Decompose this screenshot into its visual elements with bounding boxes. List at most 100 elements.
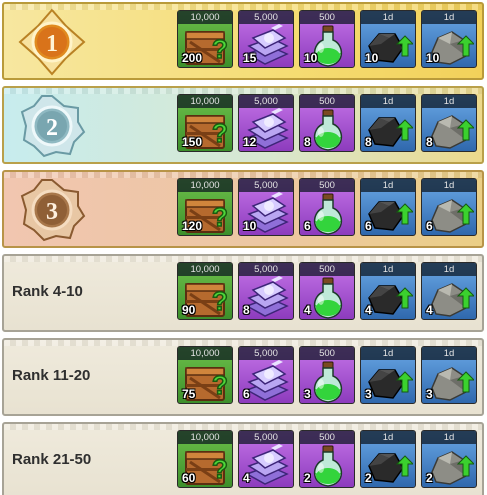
reward-row-rank-2: 2 10,000 150 5,000 12 500 8 1d 8 1d 8 [2, 86, 484, 164]
reward-slot-crate[interactable]: 10,000 120 [177, 178, 233, 236]
item-tag: 1d [361, 431, 415, 444]
reward-row-rank-4-10: Rank 4-10 10,000 90 5,000 8 500 4 1d 4 1… [2, 254, 484, 332]
item-count: 8 [304, 135, 311, 149]
item-count: 120 [182, 219, 203, 233]
reward-row-rank-21-50: Rank 21-50 10,000 60 5,000 4 500 2 1d 2 … [2, 422, 484, 495]
item-tag: 1d [422, 95, 476, 108]
iron-ore-upgrade-icon [426, 444, 474, 488]
item-count: 4 [304, 303, 311, 317]
item-count: 2 [426, 471, 433, 485]
rank-label: Rank 11-20 [12, 367, 91, 384]
item-count: 10 [243, 219, 257, 233]
item-count: 200 [182, 51, 203, 65]
green-potion-icon [304, 276, 352, 320]
reward-slot-crate[interactable]: 10,000 150 [177, 94, 233, 152]
item-count: 2 [365, 471, 372, 485]
reward-slot-crate[interactable]: 10,000 90 [177, 262, 233, 320]
iron-ore-upgrade-icon [426, 192, 474, 236]
gold-medal-icon: 1 [18, 8, 86, 76]
rank-number: 3 [46, 199, 58, 225]
reward-items: 10,000 150 5,000 12 500 8 1d 8 1d 8 [177, 94, 477, 158]
item-tag: 1d [361, 11, 415, 24]
item-tag: 10,000 [178, 11, 232, 24]
reward-slot-potion[interactable]: 500 6 [299, 178, 355, 236]
reward-slot-books[interactable]: 5,000 4 [238, 430, 294, 488]
iron-ore-upgrade-icon [426, 108, 474, 152]
reward-slot-potion[interactable]: 500 2 [299, 430, 355, 488]
reward-slot-crate[interactable]: 10,000 75 [177, 346, 233, 404]
item-tag: 5,000 [239, 11, 293, 24]
item-count: 4 [243, 471, 250, 485]
item-tag: 1d [422, 179, 476, 192]
coal-upgrade-icon [365, 444, 413, 488]
item-tag: 10,000 [178, 179, 232, 192]
item-tag: 10,000 [178, 347, 232, 360]
reward-slot-coal[interactable]: 1d 10 [360, 10, 416, 68]
green-potion-icon [304, 108, 352, 152]
bronze-medal-icon: 3 [20, 179, 86, 242]
rank-number: 2 [46, 115, 58, 141]
item-count: 4 [426, 303, 433, 317]
item-count: 6 [426, 219, 433, 233]
reward-slot-coal[interactable]: 1d 6 [360, 178, 416, 236]
reward-slot-books[interactable]: 5,000 12 [238, 94, 294, 152]
reward-slot-coal[interactable]: 1d 4 [360, 262, 416, 320]
reward-slot-potion[interactable]: 500 4 [299, 262, 355, 320]
reward-slot-potion[interactable]: 500 8 [299, 94, 355, 152]
item-tag: 500 [300, 263, 354, 276]
item-tag: 5,000 [239, 95, 293, 108]
reward-row-rank-1: 1 10,000 200 5,000 15 500 10 1d 10 1d 10 [2, 2, 484, 80]
green-potion-icon [304, 360, 352, 404]
reward-items: 10,000 120 5,000 10 500 6 1d 6 1d 6 [177, 178, 477, 242]
reward-slot-ore[interactable]: 1d 6 [421, 178, 477, 236]
item-count: 4 [365, 303, 372, 317]
iron-ore-upgrade-icon [426, 276, 474, 320]
item-tag: 1d [422, 263, 476, 276]
item-count: 3 [304, 387, 311, 401]
item-tag: 500 [300, 179, 354, 192]
item-count: 8 [243, 303, 250, 317]
item-tag: 1d [361, 179, 415, 192]
silver-medal-icon: 2 [20, 95, 86, 158]
item-count: 8 [426, 135, 433, 149]
item-count: 3 [365, 387, 372, 401]
item-count: 6 [243, 387, 250, 401]
reward-slot-crate[interactable]: 10,000 60 [177, 430, 233, 488]
iron-ore-upgrade-icon [426, 360, 474, 404]
skill-books-icon [243, 276, 291, 320]
item-tag: 1d [422, 347, 476, 360]
reward-slot-books[interactable]: 5,000 8 [238, 262, 294, 320]
item-count: 150 [182, 135, 203, 149]
item-count: 15 [243, 51, 257, 65]
green-potion-icon [304, 444, 352, 488]
item-count: 10 [365, 51, 379, 65]
item-count: 75 [182, 387, 196, 401]
reward-slot-coal[interactable]: 1d 3 [360, 346, 416, 404]
item-tag: 500 [300, 347, 354, 360]
item-tag: 1d [361, 347, 415, 360]
coal-upgrade-icon [365, 360, 413, 404]
reward-items: 10,000 60 5,000 4 500 2 1d 2 1d 2 [177, 430, 477, 494]
reward-slot-coal[interactable]: 1d 2 [360, 430, 416, 488]
item-count: 12 [243, 135, 257, 149]
reward-slot-ore[interactable]: 1d 4 [421, 262, 477, 320]
reward-slot-books[interactable]: 5,000 6 [238, 346, 294, 404]
rank-number: 1 [46, 31, 58, 57]
reward-slot-ore[interactable]: 1d 8 [421, 94, 477, 152]
item-count: 3 [426, 387, 433, 401]
reward-slot-coal[interactable]: 1d 8 [360, 94, 416, 152]
item-count: 10 [426, 51, 440, 65]
reward-slot-ore[interactable]: 1d 10 [421, 10, 477, 68]
coal-upgrade-icon [365, 192, 413, 236]
reward-slot-potion[interactable]: 500 10 [299, 10, 355, 68]
reward-slot-crate[interactable]: 10,000 200 [177, 10, 233, 68]
reward-slot-books[interactable]: 5,000 10 [238, 178, 294, 236]
item-count: 60 [182, 471, 196, 485]
reward-items: 10,000 90 5,000 8 500 4 1d 4 1d 4 [177, 262, 477, 326]
reward-slot-ore[interactable]: 1d 3 [421, 346, 477, 404]
reward-slot-books[interactable]: 5,000 15 [238, 10, 294, 68]
reward-row-rank-11-20: Rank 11-20 10,000 75 5,000 6 500 3 1d 3 … [2, 338, 484, 416]
item-tag: 500 [300, 95, 354, 108]
reward-slot-ore[interactable]: 1d 2 [421, 430, 477, 488]
reward-slot-potion[interactable]: 500 3 [299, 346, 355, 404]
